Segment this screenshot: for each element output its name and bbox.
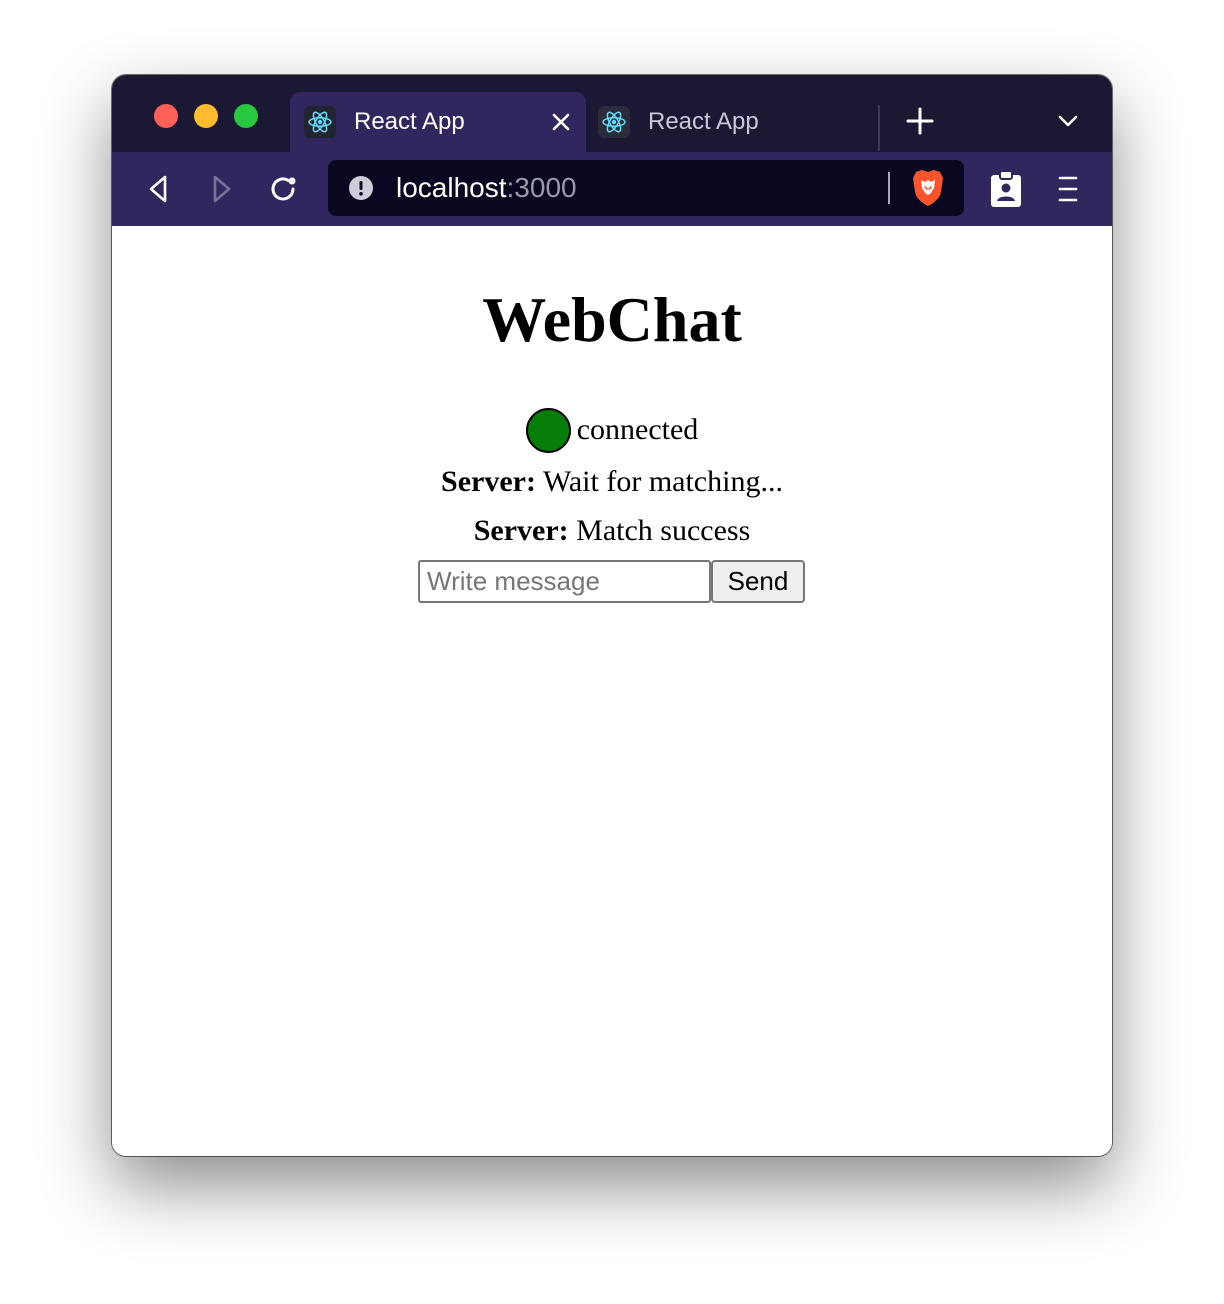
tab-divider xyxy=(878,105,880,151)
connection-status: connected xyxy=(112,407,1112,453)
status-indicator-dot xyxy=(525,407,571,453)
tab-title: React App xyxy=(354,108,465,135)
send-button[interactable]: Send xyxy=(711,560,805,603)
navigation-toolbar: localhost:3000 xyxy=(112,152,1112,226)
react-atom-icon xyxy=(304,106,336,138)
message-input[interactable] xyxy=(418,560,711,603)
forward-arrow-icon[interactable] xyxy=(206,173,238,205)
react-atom-icon xyxy=(598,106,630,138)
status-label: connected xyxy=(576,413,699,446)
address-bar-divider xyxy=(888,172,890,204)
url-text[interactable]: localhost:3000 xyxy=(396,172,577,204)
reload-icon[interactable] xyxy=(268,173,300,205)
tab-react-app-active[interactable]: React App xyxy=(290,92,586,152)
close-tab-icon[interactable] xyxy=(548,109,574,135)
message-text: Wait for matching... xyxy=(542,465,783,498)
page-title: WebChat xyxy=(482,284,742,355)
browser-window: React App React App localhost:3000 WebCh… xyxy=(112,75,1112,1156)
tab-list-chevron-down-icon[interactable] xyxy=(1056,109,1080,133)
site-info-warning-icon[interactable] xyxy=(348,175,374,201)
url-port: :3000 xyxy=(506,172,577,203)
menu-hamburger-icon[interactable] xyxy=(1056,173,1080,205)
minimize-window-button[interactable] xyxy=(194,104,218,128)
tab-title: React App xyxy=(648,108,759,135)
chat-message: Server: Wait for matching... xyxy=(112,464,1112,500)
tab-strip: React App React App xyxy=(112,75,1112,152)
clipboard-profile-icon[interactable] xyxy=(990,170,1022,208)
close-window-button[interactable] xyxy=(154,104,178,128)
new-tab-plus-icon[interactable] xyxy=(906,107,934,135)
page-content: WebChat connected Server: Wait for match… xyxy=(112,226,1112,1156)
message-sender: Server: xyxy=(473,514,569,547)
tab-react-app[interactable]: React App xyxy=(586,92,878,152)
zoom-window-button[interactable] xyxy=(234,104,258,128)
chat-message: Server: Match success xyxy=(112,513,1112,549)
brave-shields-lion-icon[interactable] xyxy=(910,168,946,208)
address-bar[interactable]: localhost:3000 xyxy=(328,160,964,216)
message-composer: Send xyxy=(418,560,805,604)
message-sender: Server: xyxy=(441,465,536,498)
url-host: localhost xyxy=(396,172,507,203)
back-arrow-icon[interactable] xyxy=(142,173,174,205)
message-text: Match success xyxy=(576,514,751,547)
